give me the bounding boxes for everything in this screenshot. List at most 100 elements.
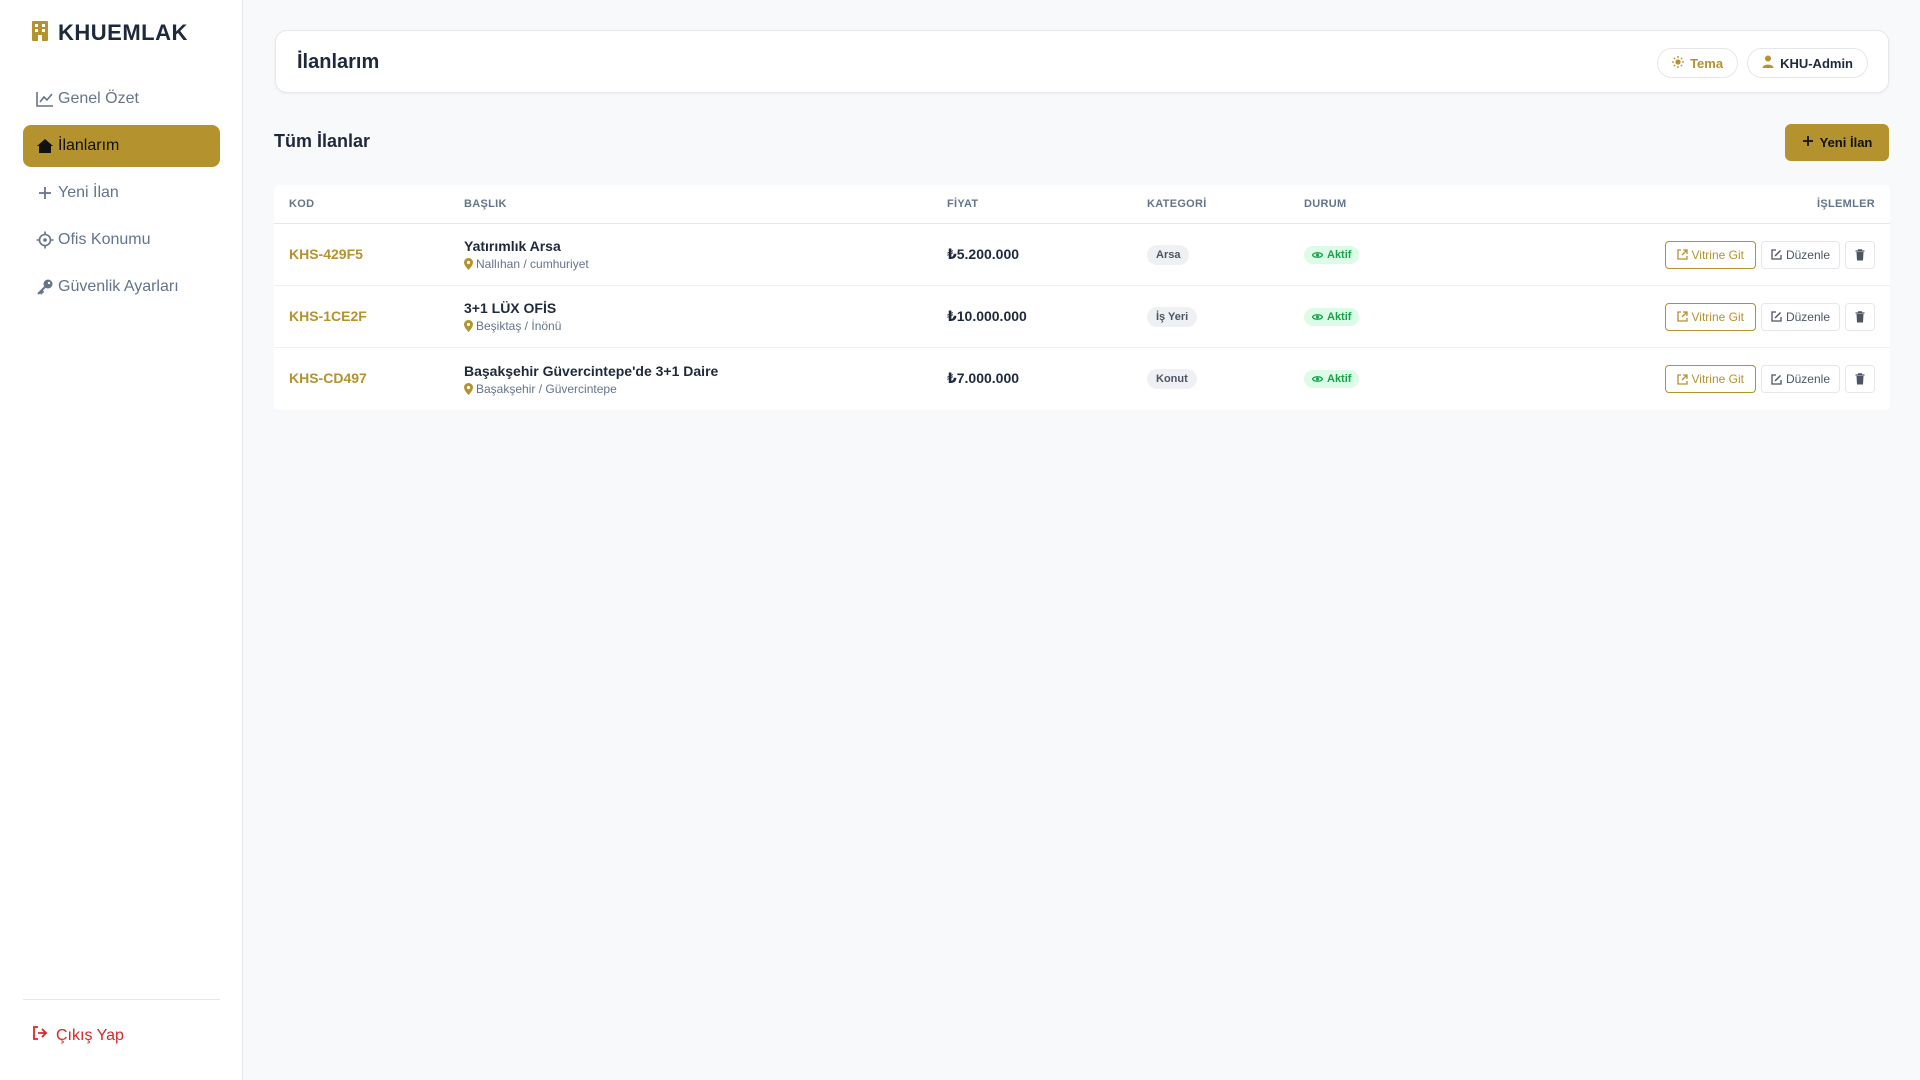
listing-price: ₺7.000.000 bbox=[947, 370, 1020, 386]
listing-title: Başakşehir Güvercintepe'de 3+1 Daire bbox=[464, 362, 719, 379]
user-menu-button[interactable]: KHU-Admin bbox=[1747, 48, 1868, 78]
column-header-status[interactable]: DURUM bbox=[1304, 198, 1454, 210]
location-text: Beşiktaş / İnönü bbox=[476, 319, 562, 333]
map-pin-icon bbox=[464, 382, 473, 395]
theme-button[interactable]: Tema bbox=[1657, 48, 1739, 78]
view-storefront-button[interactable]: Vitrine Git bbox=[1664, 240, 1756, 269]
key-icon bbox=[36, 278, 54, 296]
status-text: Aktif bbox=[1327, 310, 1352, 323]
crosshair-icon bbox=[36, 231, 54, 249]
external-link-icon bbox=[1676, 249, 1688, 260]
trash-icon bbox=[1855, 373, 1865, 385]
column-header-price[interactable]: FİYAT bbox=[947, 198, 1147, 210]
sidebar-item-ilanlarim[interactable]: İlanlarım bbox=[23, 125, 220, 167]
view-storefront-button[interactable]: Vitrine Git bbox=[1664, 365, 1756, 393]
map-pin-icon bbox=[464, 258, 473, 270]
external-link-icon bbox=[1676, 373, 1688, 385]
view-storefront-label: Vitrine Git bbox=[1691, 372, 1744, 386]
view-storefront-label: Vitrine Git bbox=[1691, 247, 1744, 262]
brand[interactable]: KHUEMLAK bbox=[32, 20, 188, 46]
table-row: KHS-1CE2F 3+1 LÜX OFİS Beşiktaş / İnönü … bbox=[274, 286, 1890, 348]
new-listing-button[interactable]: Yeni İlan bbox=[1785, 124, 1889, 161]
status-text: Aktif bbox=[1327, 248, 1352, 261]
plus-icon bbox=[36, 184, 54, 202]
user-icon bbox=[1762, 55, 1774, 71]
plus-icon bbox=[1802, 135, 1814, 150]
edit-icon bbox=[1771, 311, 1782, 322]
sidebar-item-label: Yeni İlan bbox=[58, 184, 119, 201]
edit-label: Düzenle bbox=[1785, 247, 1830, 262]
edit-button[interactable]: Düzenle bbox=[1760, 240, 1840, 269]
sidebar-item-label: İlanlarım bbox=[58, 137, 120, 154]
topbar-actions: Tema KHU-Admin bbox=[1657, 48, 1868, 78]
new-listing-label: Yeni İlan bbox=[1819, 135, 1873, 150]
listing-code[interactable]: KHS-1CE2F bbox=[289, 308, 367, 324]
location-text: Başakşehir / Güvercintepe bbox=[476, 381, 617, 396]
page-title: İlanlarım bbox=[297, 51, 380, 73]
view-storefront-label: Vitrine Git bbox=[1691, 309, 1744, 324]
edit-button[interactable]: Düzenle bbox=[1760, 365, 1840, 393]
table-header: KOD BAŞLIK FİYAT KATEGORİ DURUM İŞLEMLER bbox=[274, 185, 1890, 224]
delete-button[interactable] bbox=[1845, 240, 1875, 269]
sign-out-icon bbox=[32, 1026, 48, 1045]
listing-price: ₺5.200.000 bbox=[947, 245, 1020, 262]
section-title: Tüm İlanlar bbox=[274, 131, 371, 151]
delete-button[interactable] bbox=[1845, 302, 1875, 331]
column-header-category[interactable]: KATEGORİ bbox=[1147, 198, 1304, 210]
sidebar: KHUEMLAK Genel Özet İlanlarım Yeni İlan … bbox=[0, 0, 243, 1080]
status-text: Aktif bbox=[1327, 373, 1352, 385]
eye-icon bbox=[1312, 376, 1323, 382]
trash-icon bbox=[1855, 310, 1865, 322]
map-pin-icon bbox=[464, 320, 473, 332]
column-header-title[interactable]: BAŞLIK bbox=[464, 198, 947, 210]
column-header-code[interactable]: KOD bbox=[274, 198, 464, 210]
listing-location: Beşiktaş / İnönü bbox=[464, 319, 947, 333]
location-text: Nallıhan / cumhuriyet bbox=[476, 257, 589, 271]
logout-button[interactable]: Çıkış Yap bbox=[32, 1026, 124, 1045]
listings-table: KOD BAŞLIK FİYAT KATEGORİ DURUM İŞLEMLER… bbox=[274, 185, 1890, 410]
sidebar-nav: Genel Özet İlanlarım Yeni İlan Ofis Konu… bbox=[23, 78, 220, 313]
table-row: KHS-CD497 Başakşehir Güvercintepe'de 3+1… bbox=[274, 348, 1890, 410]
listing-code[interactable]: KHS-429F5 bbox=[289, 246, 363, 262]
listing-code[interactable]: KHS-CD497 bbox=[289, 370, 367, 386]
edit-label: Düzenle bbox=[1785, 372, 1830, 386]
sun-icon bbox=[1672, 55, 1685, 71]
listing-title: Yatırımlık Arsa bbox=[464, 238, 561, 254]
house-icon bbox=[36, 137, 54, 155]
sidebar-item-label: Güvenlik Ayarları bbox=[58, 278, 179, 295]
trash-icon bbox=[1855, 248, 1865, 260]
edit-label: Düzenle bbox=[1785, 309, 1830, 324]
user-label: KHU-Admin bbox=[1780, 55, 1853, 71]
theme-label: Tema bbox=[1690, 55, 1724, 71]
eye-icon bbox=[1312, 251, 1323, 258]
edit-button[interactable]: Düzenle bbox=[1760, 302, 1840, 331]
sidebar-item-label: Ofis Konumu bbox=[58, 231, 151, 248]
column-header-actions: İŞLEMLER bbox=[1816, 198, 1875, 210]
sidebar-item-label: Genel Özet bbox=[58, 90, 139, 107]
status-badge: Aktif bbox=[1304, 307, 1360, 326]
building-icon bbox=[32, 20, 48, 46]
sidebar-item-ofis-konumu[interactable]: Ofis Konumu bbox=[23, 219, 220, 261]
view-storefront-button[interactable]: Vitrine Git bbox=[1664, 302, 1756, 331]
listing-title: 3+1 LÜX OFİS bbox=[464, 300, 557, 316]
category-badge: Konut bbox=[1147, 369, 1197, 389]
brand-name: KHUEMLAK bbox=[58, 20, 188, 45]
top-bar: İlanlarım Tema KHU-Admin bbox=[275, 30, 1889, 93]
edit-icon bbox=[1771, 249, 1782, 260]
eye-icon bbox=[1312, 313, 1323, 320]
sidebar-item-yeni-ilan[interactable]: Yeni İlan bbox=[23, 172, 220, 214]
category-badge: Arsa bbox=[1147, 244, 1190, 265]
sidebar-item-guvenlik-ayarlari[interactable]: Güvenlik Ayarları bbox=[23, 266, 220, 308]
listing-price: ₺10.000.000 bbox=[947, 307, 1027, 324]
logout-label: Çıkış Yap bbox=[56, 1026, 124, 1044]
external-link-icon bbox=[1676, 311, 1688, 322]
listing-location: Başakşehir / Güvercintepe bbox=[464, 382, 947, 396]
category-badge: İş Yeri bbox=[1147, 306, 1198, 327]
sidebar-item-genel-ozet[interactable]: Genel Özet bbox=[23, 78, 220, 120]
chart-line-icon bbox=[36, 90, 54, 108]
delete-button[interactable] bbox=[1845, 365, 1875, 393]
sidebar-divider bbox=[23, 999, 220, 1000]
status-badge: Aktif bbox=[1304, 370, 1360, 388]
table-row: KHS-429F5 Yatırımlık Arsa Nallıhan / cum… bbox=[274, 224, 1890, 286]
status-badge: Aktif bbox=[1304, 245, 1360, 264]
